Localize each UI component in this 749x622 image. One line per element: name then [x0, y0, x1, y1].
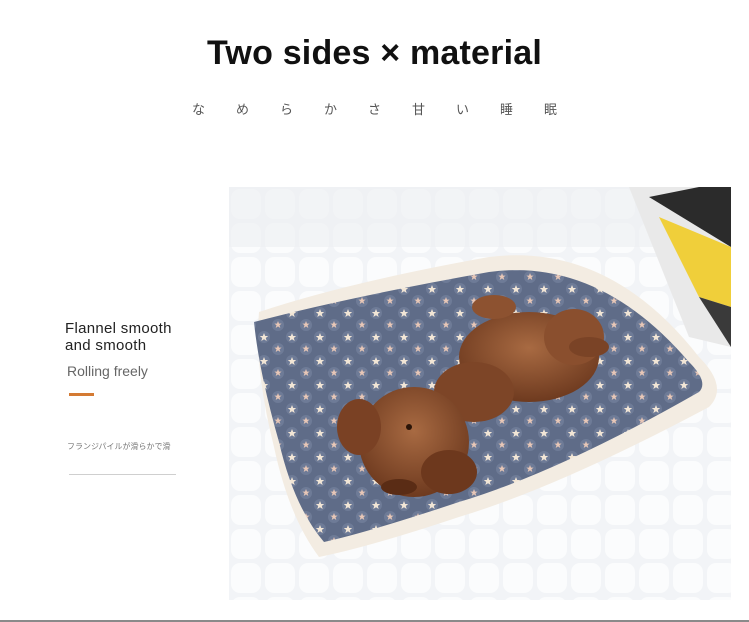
feature-heading: Flannel smooth and smooth	[65, 320, 172, 354]
feature-panel: Flannel smooth and smooth Rolling freely	[65, 320, 225, 396]
feature-note: フランジパイルが滑らかで滑	[67, 442, 171, 451]
feature-tagline: Rolling freely	[67, 363, 148, 379]
dog-on-blanket-illustration	[229, 187, 731, 600]
accent-bar	[69, 393, 94, 396]
page-subtitle: なめらかさ甘い睡眠	[191, 103, 588, 118]
page-title: Two sides × material	[206, 34, 542, 72]
product-photo	[229, 187, 731, 600]
divider	[69, 474, 176, 475]
